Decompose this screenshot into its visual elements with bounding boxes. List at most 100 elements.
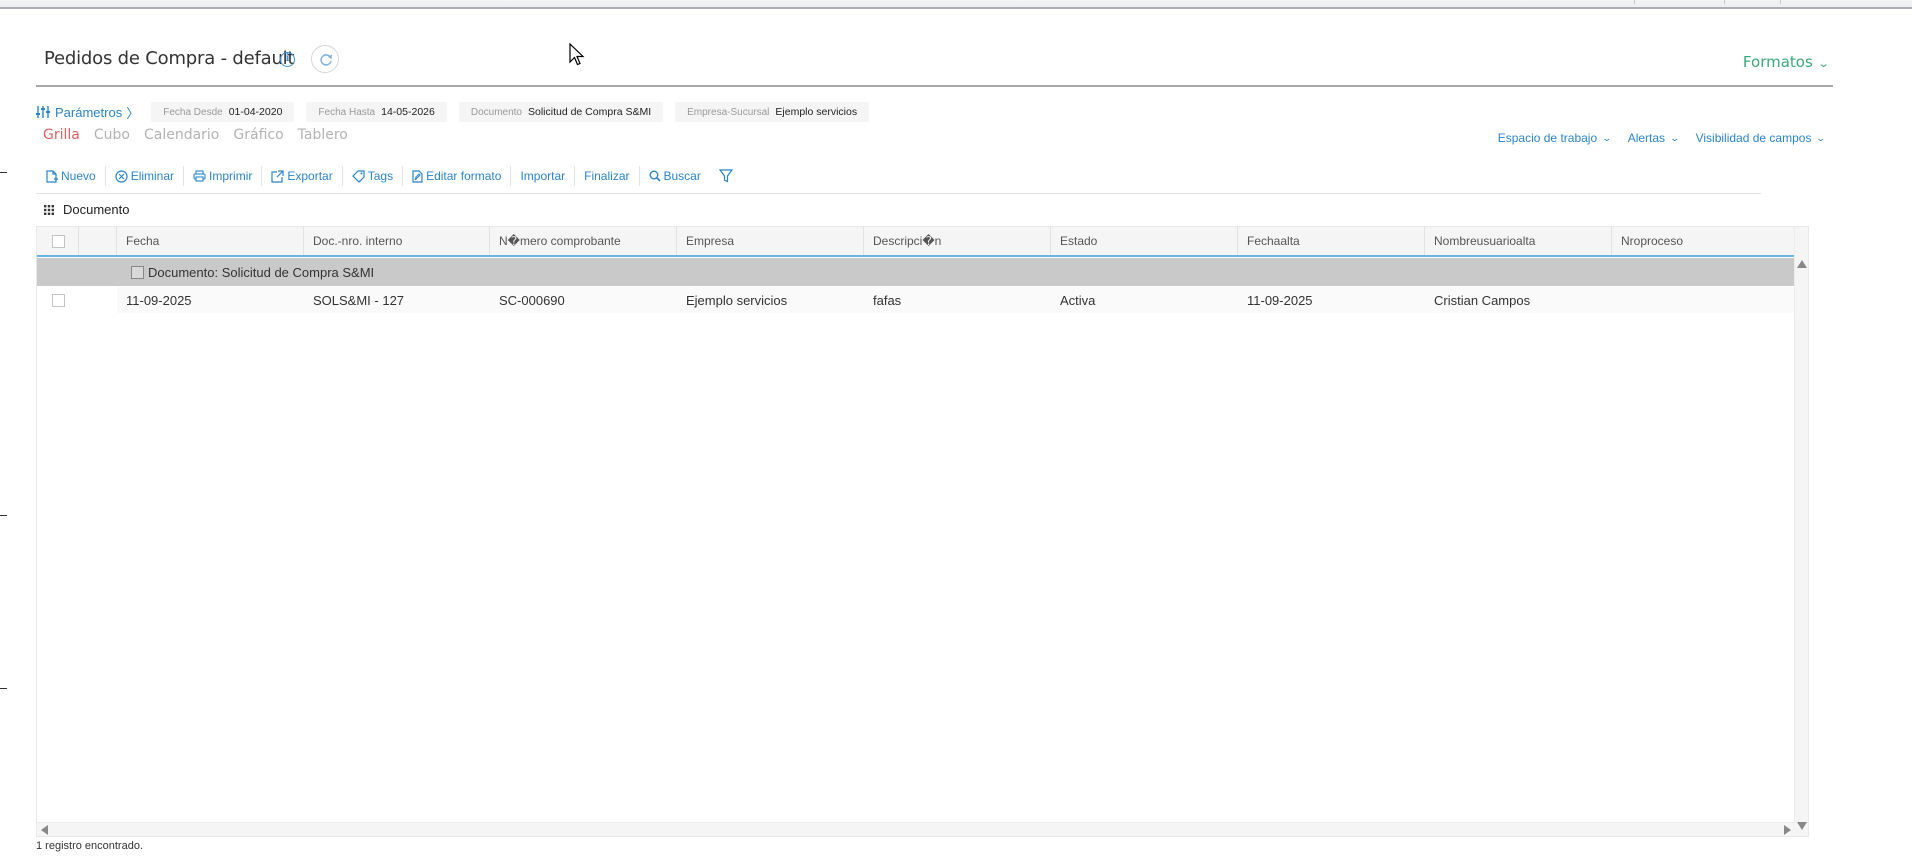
param-fecha-desde[interactable]: Fecha Desde 01-04-2020 <box>151 102 295 122</box>
external-link-icon <box>271 169 284 183</box>
column-header[interactable]: Estado <box>1051 227 1238 255</box>
exportar-button[interactable]: Exportar <box>262 166 343 186</box>
tags-button[interactable]: Tags <box>343 166 404 186</box>
cell-estado: Activa <box>1060 292 1096 308</box>
view-tabs: Grilla Cubo Calendario Gráfico Tablero <box>43 127 362 143</box>
param-fecha-hasta[interactable]: Fecha Hasta 14-05-2026 <box>306 102 447 122</box>
right-menus: Espacio de trabajo ⌄ Alertas ⌄ Visibilidad… <box>1481 131 1827 145</box>
scroll-left-icon[interactable] <box>41 825 48 835</box>
button-label: Finalizar <box>584 169 630 183</box>
scroll-down-icon[interactable] <box>1797 822 1807 830</box>
param-label: Fecha Desde <box>163 106 223 118</box>
tag-icon <box>351 169 365 183</box>
button-label: Buscar <box>663 169 701 183</box>
cell-nombreusuarioalta: Cristian Campos <box>1434 292 1531 308</box>
editar-formato-button[interactable]: Editar formato <box>403 166 512 186</box>
tab-tablero[interactable]: Tablero <box>298 127 348 143</box>
tab-cubo[interactable]: Cubo <box>94 127 130 143</box>
grouping-bar: Documento <box>44 202 129 217</box>
formatos-label: Formatos <box>1742 53 1813 71</box>
formatos-menu[interactable]: Formatos ⌄ <box>1742 53 1830 71</box>
cell-doc-nro-interno: SOLS&MI - 127 <box>313 292 405 308</box>
header-spacer <box>79 227 117 255</box>
tab-calendario[interactable]: Calendario <box>144 127 219 143</box>
mouse-cursor-icon <box>569 42 585 72</box>
button-label: Importar <box>520 169 566 183</box>
eliminar-button[interactable]: Eliminar <box>106 166 185 186</box>
column-header[interactable]: N�mero comprobante <box>490 227 677 255</box>
table-row[interactable]: 11-09-2025 SOLS&MI - 127 SC-000690 Ejemp… <box>37 287 1795 313</box>
select-all-cell <box>37 227 79 255</box>
grouping-label[interactable]: Documento <box>63 202 129 217</box>
column-header[interactable]: Empresa <box>677 227 864 255</box>
filter-icon <box>718 169 733 183</box>
imprimir-button[interactable]: Imprimir <box>184 166 263 186</box>
toolbar: Nuevo Eliminar Imprimir Exportar Tags Ed… <box>37 165 745 187</box>
group-row[interactable]: Documento: Solicitud de Compra S&MI <box>37 258 1795 286</box>
button-label: Tags <box>367 169 394 183</box>
column-header[interactable]: Fechaalta <box>1238 227 1425 255</box>
menu-label: Alertas <box>1627 131 1666 145</box>
buscar-button[interactable]: Buscar <box>640 166 710 186</box>
chevron-right-icon: 〉 <box>126 105 140 121</box>
edit-document-icon <box>412 169 423 183</box>
button-label: Exportar <box>287 169 333 183</box>
param-label: Documento <box>470 106 522 118</box>
toolbar-divider <box>36 193 1761 194</box>
title-divider <box>36 85 1833 87</box>
chevron-down-icon: ⌄ <box>1669 132 1681 143</box>
chevron-down-icon: ⌄ <box>1815 132 1827 143</box>
column-header[interactable]: Doc.-nro. interno <box>304 227 490 255</box>
column-header[interactable]: Fecha <box>117 227 304 255</box>
chevron-down-icon: ⌄ <box>1817 57 1830 70</box>
record-count-status: 1 registro encontrado. <box>36 840 144 852</box>
alertas-menu[interactable]: Alertas ⌄ <box>1627 131 1681 145</box>
grid-header: Fecha Doc.-nro. interno N�mero comproban… <box>37 227 1795 257</box>
button-label: Editar formato <box>426 169 502 183</box>
param-label: Fecha Hasta <box>318 106 376 118</box>
cell-fecha: 11-09-2025 <box>126 292 192 308</box>
column-header[interactable]: Descripci�n <box>864 227 1051 255</box>
param-documento[interactable]: Documento Solicitud de Compra S&MI <box>458 102 664 122</box>
nuevo-button[interactable]: Nuevo <box>37 166 106 186</box>
param-value: 14-05-2026 <box>381 106 435 118</box>
cell-fechaalta: 11-09-2025 <box>1247 292 1313 308</box>
delete-circle-icon <box>115 169 128 183</box>
column-header[interactable]: Nroproceso <box>1612 227 1795 255</box>
refresh-icon <box>320 54 333 66</box>
group-label: Documento: Solicitud de Compra S&MI <box>148 264 375 280</box>
info-icon[interactable]: i <box>280 52 295 67</box>
scroll-right-icon[interactable] <box>1784 825 1791 835</box>
param-label: Empresa-Sucursal <box>687 106 770 118</box>
row-select-cell <box>37 287 117 313</box>
group-checkbox[interactable] <box>131 265 144 279</box>
parametros-link[interactable]: Parámetros 〉 <box>36 103 139 122</box>
chevron-down-icon: ⌄ <box>1601 132 1613 143</box>
vertical-scrollbar[interactable] <box>1794 227 1808 836</box>
finalizar-button[interactable]: Finalizar <box>575 166 640 186</box>
param-value: Ejemplo servicios <box>775 106 858 118</box>
tab-grafico[interactable]: Gráfico <box>233 127 283 143</box>
filter-button[interactable] <box>710 166 745 186</box>
scroll-up-icon[interactable] <box>1797 260 1807 268</box>
new-document-icon <box>46 169 58 183</box>
tab-grilla[interactable]: Grilla <box>43 127 80 143</box>
espacio-de-trabajo-menu[interactable]: Espacio de trabajo ⌄ <box>1498 131 1613 145</box>
param-empresa-sucursal[interactable]: Empresa-Sucursal Ejemplo servicios <box>675 102 870 122</box>
button-label: Nuevo <box>61 169 96 183</box>
row-checkbox[interactable] <box>52 293 65 307</box>
importar-button[interactable]: Importar <box>511 166 576 186</box>
visibilidad-de-campos-menu[interactable]: Visibilidad de campos ⌄ <box>1696 131 1827 145</box>
grid-icon <box>44 204 54 215</box>
params-row: Parámetros 〉 Fecha Desde 01-04-2020 Fech… <box>36 101 881 123</box>
param-value: 01-04-2020 <box>228 106 283 118</box>
cell-numero-comprobante: SC-000690 <box>499 292 565 308</box>
param-value: Solicitud de Compra S&MI <box>527 106 652 118</box>
refresh-button[interactable] <box>311 45 339 73</box>
edge-tick <box>0 688 7 689</box>
select-all-checkbox[interactable] <box>52 234 65 248</box>
page-title: Pedidos de Compra - default <box>44 48 295 69</box>
edge-tick <box>0 515 7 516</box>
column-header[interactable]: Nombreusuarioalta <box>1425 227 1612 255</box>
horizontal-scrollbar[interactable] <box>37 822 1795 836</box>
